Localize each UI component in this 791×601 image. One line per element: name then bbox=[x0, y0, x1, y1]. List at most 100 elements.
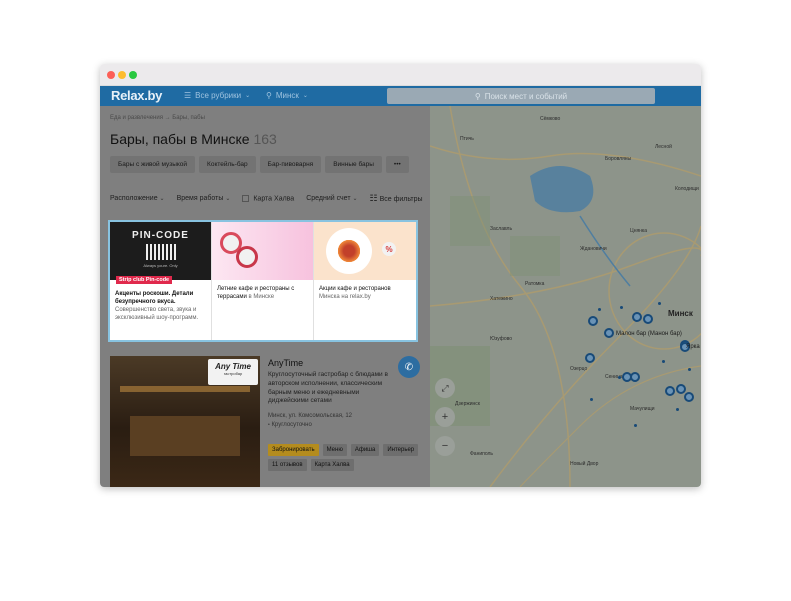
promo-card-pincode[interactable]: PIN-CODE Always youre. Only Strip club P… bbox=[110, 222, 212, 340]
close-window-button[interactable] bbox=[107, 71, 115, 79]
venue-hours-label: Круглосуточно bbox=[271, 422, 312, 428]
zoom-out-button[interactable]: − bbox=[435, 436, 455, 456]
category-tags: Бары с живой музыкой Коктейль-бар Бар-пи… bbox=[110, 156, 409, 173]
filter-hours-label: Время работы bbox=[176, 195, 224, 202]
more-tags-button[interactable]: ••• bbox=[385, 156, 409, 173]
map-marker-small[interactable] bbox=[634, 424, 637, 427]
venue-name[interactable]: AnyTime bbox=[268, 358, 303, 368]
promo-title: Акции кафе и ресторанов bbox=[319, 286, 391, 292]
venue-photo[interactable]: Any Time гастробар bbox=[110, 356, 260, 487]
chevron-down-icon: ⌄ bbox=[225, 196, 231, 202]
window-titlebar bbox=[100, 64, 701, 86]
map-marker-small[interactable] bbox=[620, 306, 623, 309]
all-filters-label: Все фильтры bbox=[379, 196, 423, 203]
breadcrumb[interactable]: Еда и развлечения → Бары, пабы bbox=[110, 115, 205, 121]
tag-live-music[interactable]: Бары с живой музыкой bbox=[110, 156, 196, 173]
venue-card[interactable]: Any Time гастробар AnyTime Круглосуточны… bbox=[110, 356, 430, 487]
map-road bbox=[430, 247, 701, 307]
map-label: Лесной bbox=[655, 144, 672, 150]
filter-bar: Расположение ⌄ Время работы ⌄ Карта Халв… bbox=[110, 193, 423, 204]
map-marker-small[interactable] bbox=[618, 376, 621, 379]
browser-window: Relax.by ☰ Все рубрики ⌄ ⚲ Минск ⌄ ⚲ Пои… bbox=[100, 64, 701, 487]
map-marker-small[interactable] bbox=[662, 360, 665, 363]
reviews-button[interactable]: 11 отзывов bbox=[268, 459, 307, 471]
map-marker[interactable] bbox=[676, 384, 686, 394]
promo-text: Акции кафе и ресторанов Минска на relax.… bbox=[314, 280, 416, 306]
promo-card-summer-terraces[interactable]: Летние кафе и рестораны с террасами в Ми… bbox=[212, 222, 314, 340]
map-label: Заславль bbox=[490, 226, 513, 232]
promo-image-terraces bbox=[212, 222, 313, 280]
checkbox-icon bbox=[242, 194, 250, 202]
zoom-in-button[interactable]: + bbox=[435, 407, 455, 427]
map-marker-small[interactable] bbox=[598, 308, 601, 311]
venue-description: Круглосуточный гастробар с блюдами в авт… bbox=[268, 371, 388, 405]
map-marker-small[interactable] bbox=[676, 408, 679, 411]
filter-avg-check[interactable]: Средний счет ⌄ bbox=[306, 195, 357, 202]
rubrics-menu[interactable]: ☰ Все рубрики ⌄ bbox=[184, 91, 250, 100]
location-pin-icon: ⚲ bbox=[266, 91, 272, 100]
map-marker[interactable] bbox=[585, 353, 595, 363]
fullscreen-button[interactable]: ⤢ bbox=[435, 378, 455, 398]
events-button[interactable]: Афиша bbox=[350, 444, 380, 456]
promo-description: в Минске bbox=[248, 294, 275, 301]
search-input[interactable]: ⚲ Поиск мест и событий bbox=[387, 88, 655, 104]
tag-wine-bars[interactable]: Винные бары bbox=[325, 156, 382, 173]
halva-badge[interactable]: Карта Халва bbox=[310, 459, 354, 471]
minimize-window-button[interactable] bbox=[118, 71, 126, 79]
map-panel[interactable]: Сёмково Птичь Боровляны Цнянка Заславль … bbox=[430, 106, 701, 487]
filter-location-label: Расположение bbox=[110, 195, 158, 202]
minus-icon: − bbox=[441, 440, 449, 452]
map-marker-small[interactable] bbox=[590, 398, 593, 401]
maximize-window-button[interactable] bbox=[129, 71, 137, 79]
venue-actions: Забронировать Меню Афиша Интерьер bbox=[268, 444, 419, 456]
site-header: Relax.by ☰ Все рубрики ⌄ ⚲ Минск ⌄ ⚲ Пои… bbox=[100, 86, 701, 106]
venue-logo: Any Time гастробар bbox=[208, 359, 258, 385]
tag-cocktail-bar[interactable]: Коктейль-бар bbox=[199, 156, 256, 173]
promo-badge: Strip club Pin-code bbox=[116, 276, 173, 284]
city-selector[interactable]: ⚲ Минск ⌄ bbox=[266, 91, 308, 100]
map-marker[interactable] bbox=[632, 312, 642, 322]
map-marker[interactable] bbox=[643, 314, 653, 324]
map-marker-small[interactable] bbox=[658, 302, 661, 305]
percent-icon: % bbox=[382, 242, 396, 256]
filter-halva-label: Карта Халва bbox=[253, 195, 295, 203]
sliders-icon: ☷ bbox=[369, 193, 378, 203]
map-marker-label[interactable]: Малон бар (Манон бар) bbox=[616, 331, 682, 337]
dessert-image bbox=[236, 246, 258, 268]
map-marker[interactable] bbox=[588, 316, 598, 326]
map-label: Юзуфово bbox=[490, 336, 513, 342]
chevron-down-icon: ⌄ bbox=[245, 93, 251, 99]
menu-button[interactable]: Меню bbox=[322, 444, 347, 456]
food-image bbox=[336, 238, 362, 264]
map-label: Дзержинск bbox=[455, 401, 480, 407]
map-marker-label[interactable]: Ярка bbox=[686, 344, 700, 350]
interior-button[interactable]: Интерьер bbox=[383, 444, 419, 456]
map-label-city: Минск bbox=[668, 309, 693, 318]
map-marker-small[interactable] bbox=[688, 368, 691, 371]
promo-text: Летние кафе и рестораны с террасами в Ми… bbox=[212, 280, 313, 306]
filter-hours[interactable]: Время работы ⌄ bbox=[177, 195, 231, 202]
map-label: Озерцо bbox=[570, 366, 588, 372]
forest-area bbox=[510, 236, 560, 276]
map-marker[interactable] bbox=[665, 386, 675, 396]
promo-text: Акценты роскоши. Детали безупречного вку… bbox=[110, 280, 211, 327]
promo-description: Минска на relax.by bbox=[319, 294, 371, 301]
forest-area bbox=[450, 196, 490, 246]
chevron-down-icon: ⌄ bbox=[352, 196, 358, 202]
tag-brewery-bar[interactable]: Бар-пивоварня bbox=[259, 156, 322, 173]
phone-button[interactable]: ✆ bbox=[398, 356, 420, 378]
book-button[interactable]: Забронировать bbox=[268, 444, 319, 456]
map-label: Фаниполь bbox=[470, 451, 494, 457]
listing-panel: Еда и развлечения → Бары, пабы Бары, паб… bbox=[100, 106, 430, 487]
all-filters-button[interactable]: ☷ Все фильтры bbox=[370, 193, 423, 204]
map-marker[interactable] bbox=[684, 392, 694, 402]
filter-halva[interactable]: Карта Халва bbox=[242, 194, 295, 203]
map-marker[interactable] bbox=[630, 372, 640, 382]
map-label: Колодищи bbox=[675, 186, 699, 192]
promo-card-deals[interactable]: % Акции кафе и ресторанов Минска на rela… bbox=[314, 222, 416, 340]
venue-logo-sub: гастробар bbox=[223, 371, 243, 376]
filter-location[interactable]: Расположение ⌄ bbox=[110, 195, 165, 202]
map-marker[interactable] bbox=[604, 328, 614, 338]
page-title: Бары, пабы в Минске 163 bbox=[110, 131, 277, 147]
site-logo[interactable]: Relax.by bbox=[111, 88, 162, 103]
